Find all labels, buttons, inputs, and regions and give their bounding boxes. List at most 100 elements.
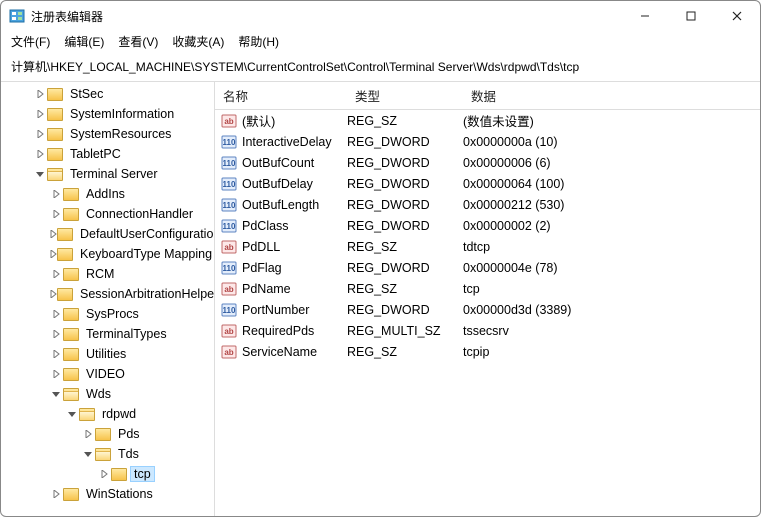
value-row[interactable]: 110InteractiveDelayREG_DWORD0x0000000a (… [215, 131, 760, 152]
titlebar: 注册表编辑器 [1, 1, 760, 31]
svg-text:110: 110 [223, 159, 236, 168]
value-row[interactable]: ab(默认)REG_SZ(数值未设置) [215, 110, 760, 131]
reg-string-icon: ab [221, 323, 237, 339]
key-tree[interactable]: StSec SystemInformation SystemResources Tab… [1, 82, 215, 516]
tree-node[interactable]: TabletPC [33, 144, 214, 164]
chevron-right-icon [49, 310, 63, 318]
tree-node[interactable]: Tds [81, 444, 214, 464]
reg-string-icon: ab [221, 113, 237, 129]
reg-binary-icon: 110 [221, 218, 237, 234]
folder-icon [111, 468, 127, 481]
svg-text:110: 110 [223, 138, 236, 147]
folder-icon [63, 348, 79, 361]
tree-node[interactable]: DefaultUserConfiguration [49, 224, 214, 244]
value-data: 0x00000212 (530) [463, 198, 760, 212]
tree-node-label: Utilities [83, 347, 129, 361]
value-type: REG_MULTI_SZ [347, 324, 463, 338]
chevron-down-icon[interactable] [65, 410, 79, 418]
chevron-down-icon[interactable] [81, 450, 95, 458]
col-type[interactable]: 类型 [347, 82, 463, 109]
reg-binary-icon: 110 [221, 176, 237, 192]
folder-icon [63, 368, 79, 381]
value-row[interactable]: abPdNameREG_SZtcp [215, 278, 760, 299]
tree-node[interactable]: Utilities [49, 344, 214, 364]
chevron-down-icon[interactable] [49, 390, 63, 398]
value-row[interactable]: abPdDLLREG_SZtdtcp [215, 236, 760, 257]
value-data: tssecsrv [463, 324, 760, 338]
tree-node[interactable]: Terminal Server [33, 164, 214, 184]
menu-item[interactable]: 帮助(H) [238, 33, 279, 50]
value-type: REG_DWORD [347, 135, 463, 149]
value-row[interactable]: 110OutBufLengthREG_DWORD0x00000212 (530) [215, 194, 760, 215]
value-type: REG_SZ [347, 282, 463, 296]
svg-text:110: 110 [223, 264, 236, 273]
menu-item[interactable]: 编辑(E) [64, 33, 104, 50]
minimize-button[interactable] [622, 1, 668, 31]
close-button[interactable] [714, 1, 760, 31]
tree-node[interactable]: KeyboardType Mapping [49, 244, 214, 264]
menu-item[interactable]: 文件(F) [11, 33, 50, 50]
tree-node[interactable]: SysProcs [49, 304, 214, 324]
tree-node[interactable]: SessionArbitrationHelper [49, 284, 214, 304]
tree-node[interactable]: Wds [49, 384, 214, 404]
tree-node[interactable]: RCM [49, 264, 214, 284]
tree-node[interactable]: AddIns [49, 184, 214, 204]
value-row[interactable]: 110PdFlagREG_DWORD0x0000004e (78) [215, 257, 760, 278]
window-title: 注册表编辑器 [31, 8, 103, 25]
value-type: REG_DWORD [347, 303, 463, 317]
tree-node[interactable]: ConnectionHandler [49, 204, 214, 224]
value-type: REG_DWORD [347, 177, 463, 191]
value-row[interactable]: 110OutBufDelayREG_DWORD0x00000064 (100) [215, 173, 760, 194]
menu-item[interactable]: 收藏夹(A) [172, 33, 224, 50]
tree-node-label: SessionArbitrationHelper [77, 287, 215, 301]
folder-icon [63, 308, 79, 321]
chevron-right-icon [49, 290, 57, 298]
tree-node[interactable]: SystemInformation [33, 104, 214, 124]
tree-node-label: Tds [115, 447, 142, 461]
value-row[interactable]: 110PortNumberREG_DWORD0x00000d3d (3389) [215, 299, 760, 320]
address-bar[interactable]: 计算机\HKEY_LOCAL_MACHINE\SYSTEM\CurrentCon… [1, 54, 760, 82]
value-data: 0x00000002 (2) [463, 219, 760, 233]
tree-node-label: SystemResources [67, 127, 174, 141]
value-name: PdClass [242, 219, 289, 233]
chevron-right-icon [33, 90, 47, 98]
value-data: (数值未设置) [463, 111, 760, 130]
value-row[interactable]: 110OutBufCountREG_DWORD0x00000006 (6) [215, 152, 760, 173]
tree-node[interactable]: tcp [97, 464, 214, 484]
tree-node[interactable]: StSec [33, 84, 214, 104]
tree-node-label: Terminal Server [67, 167, 161, 181]
value-row[interactable]: abServiceNameREG_SZtcpip [215, 341, 760, 362]
folder-icon [47, 168, 63, 181]
tree-node[interactable]: rdpwd [65, 404, 214, 424]
menu-item[interactable]: 查看(V) [118, 33, 158, 50]
value-type: REG_SZ [347, 240, 463, 254]
value-row[interactable]: 110PdClassREG_DWORD0x00000002 (2) [215, 215, 760, 236]
folder-icon [47, 88, 63, 101]
chevron-right-icon [33, 150, 47, 158]
values-list[interactable]: 名称 类型 数据 ab(默认)REG_SZ(数值未设置) 110 Interacti… [215, 82, 760, 516]
value-data: 0x0000004e (78) [463, 261, 760, 275]
tree-node[interactable]: TerminalTypes [49, 324, 214, 344]
col-data[interactable]: 数据 [463, 82, 760, 109]
tree-node-label: SystemInformation [67, 107, 177, 121]
tree-node[interactable]: WinStations [49, 484, 214, 504]
folder-icon [47, 128, 63, 141]
tree-node[interactable]: SystemResources [33, 124, 214, 144]
chevron-down-icon[interactable] [33, 170, 47, 178]
value-name: RequiredPds [242, 324, 314, 338]
folder-icon [63, 328, 79, 341]
col-name[interactable]: 名称 [215, 82, 347, 109]
value-row[interactable]: ab RequiredPds REG_MULTI_SZtssecsrv [215, 320, 760, 341]
value-data: 0x00000d3d (3389) [463, 303, 760, 317]
tree-node-label: tcp [131, 467, 154, 481]
chevron-right-icon [33, 110, 47, 118]
tree-node-label: AddIns [83, 187, 128, 201]
value-name: InteractiveDelay [242, 135, 332, 149]
tree-node-label: WinStations [83, 487, 156, 501]
tree-node[interactable]: VIDEO [49, 364, 214, 384]
chevron-right-icon [33, 130, 47, 138]
maximize-button[interactable] [668, 1, 714, 31]
tree-node[interactable]: Pds [81, 424, 214, 444]
svg-text:110: 110 [223, 222, 236, 231]
value-name: PdDLL [242, 240, 280, 254]
